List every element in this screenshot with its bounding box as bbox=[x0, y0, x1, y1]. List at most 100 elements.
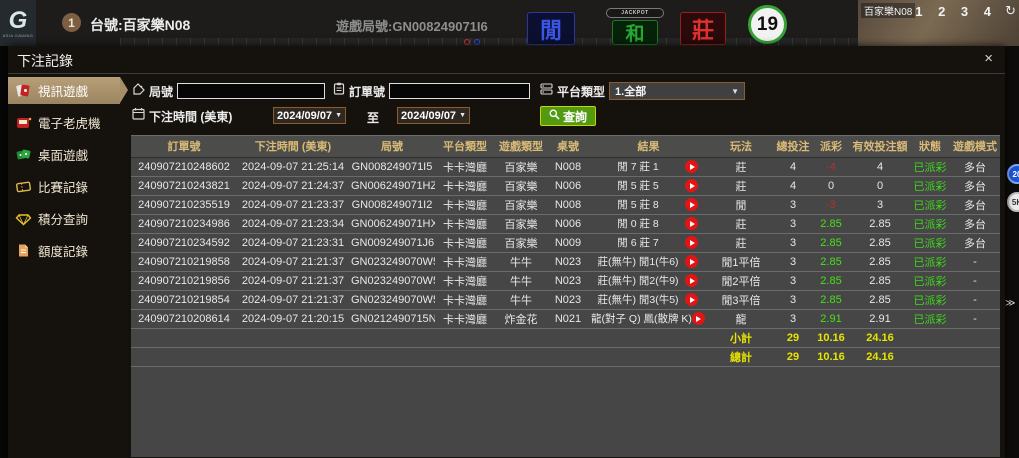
payout-value: -4 bbox=[812, 157, 850, 176]
play-type: 龍 bbox=[708, 309, 774, 328]
column-header-time: 下注時間 (美東) bbox=[237, 136, 349, 157]
result-cell: 閒 5 莊 5 bbox=[589, 176, 708, 195]
valid-bet: 2.85 bbox=[850, 233, 910, 252]
valid-bet: 3 bbox=[850, 195, 910, 214]
platform-icon bbox=[540, 82, 553, 100]
table-number: N023 bbox=[547, 271, 589, 290]
order-number: 240907210208614 bbox=[131, 309, 237, 328]
valid-bet: 2.85 bbox=[850, 290, 910, 309]
payout-value: 2.85 bbox=[812, 233, 850, 252]
play-video-icon[interactable] bbox=[685, 236, 698, 249]
platform-type: 卡卡灣廳 bbox=[435, 195, 495, 214]
total-bet: 3 bbox=[774, 233, 812, 252]
game-top-bar: G ASIA GAMING 1 台號:百家樂N08 遊戲局號:GN0082490… bbox=[0, 0, 1019, 46]
table-row: 240907210243821 2024-09-07 21:24:37 GN00… bbox=[131, 176, 1000, 195]
table-number: N009 bbox=[547, 233, 589, 252]
sidebar-item-slots[interactable]: 電子老虎機 bbox=[8, 109, 120, 136]
game-mode: 多台 bbox=[950, 214, 1000, 233]
table-number: N023 bbox=[547, 252, 589, 271]
main-content: 局號 訂單號 平台類型 bbox=[120, 74, 1005, 457]
game-type: 百家樂 bbox=[495, 176, 547, 195]
result-text: 龍(對子 Q) 鳳(散牌 K) bbox=[591, 311, 692, 326]
date-from-picker[interactable]: 2024/09/07 ▼ bbox=[273, 107, 346, 124]
round-number-input[interactable] bbox=[177, 83, 325, 99]
order-number-input[interactable] bbox=[389, 83, 530, 99]
total-bet: 4 bbox=[774, 176, 812, 195]
table-header-row: 訂單號 下注時間 (美東) 局號 平台類型 遊戲類型 桌號 結果 玩法 總投注 … bbox=[131, 136, 1000, 157]
table-number: N008 bbox=[547, 157, 589, 176]
status-value: 已派彩 bbox=[910, 290, 950, 309]
grand-total-total: 29 bbox=[774, 347, 812, 366]
payout-value: 0 bbox=[812, 176, 850, 195]
round-number: GN006249071HZ bbox=[349, 176, 435, 195]
round-number: GN023249070W5 bbox=[349, 271, 435, 290]
play-video-icon[interactable] bbox=[685, 293, 698, 306]
status-value: 已派彩 bbox=[910, 252, 950, 271]
valid-bet: 0 bbox=[850, 176, 910, 195]
result-text: 莊(無牛) 閒2(牛9) bbox=[591, 273, 685, 288]
background-strip: 20 5K ≫ bbox=[1005, 46, 1019, 458]
payout-value: 2.85 bbox=[812, 271, 850, 290]
subtotal-total: 29 bbox=[774, 328, 812, 347]
play-video-icon[interactable] bbox=[685, 179, 698, 192]
sidebar-item-video-games[interactable]: 視訊遊戲 bbox=[8, 77, 120, 104]
video-thumbnail[interactable]: 百家樂N08 1 2 3 4 ↻ bbox=[858, 0, 1019, 46]
platform-type: 卡卡灣廳 bbox=[435, 290, 495, 309]
platform-type: 卡卡灣廳 bbox=[435, 214, 495, 233]
order-number: 240907210248602 bbox=[131, 157, 237, 176]
payout-value: 2.91 bbox=[812, 309, 850, 328]
chevron-down-icon: ▼ bbox=[731, 87, 739, 96]
play-type: 莊 bbox=[708, 176, 774, 195]
play-video-icon[interactable] bbox=[685, 217, 698, 230]
play-video-icon[interactable] bbox=[692, 312, 705, 325]
bet-time: 2024-09-07 21:21:37 bbox=[237, 252, 349, 271]
bet-player-box[interactable]: 閒 bbox=[527, 12, 575, 45]
refresh-icon[interactable]: ↻ bbox=[1005, 3, 1016, 19]
game-type: 百家樂 bbox=[495, 214, 547, 233]
round-filter-label: 局號 bbox=[149, 83, 173, 100]
play-video-icon[interactable] bbox=[685, 198, 698, 211]
order-number: 240907210234592 bbox=[131, 233, 237, 252]
payout-value: -3 bbox=[812, 195, 850, 214]
screen: G ASIA GAMING 1 台號:百家樂N08 遊戲局號:GN0082490… bbox=[0, 0, 1019, 458]
double-chevron-icon: ≫ bbox=[1005, 298, 1015, 309]
game-mode: - bbox=[950, 252, 1000, 271]
sidebar-item-points-inquiry[interactable]: 積分查詢 bbox=[8, 205, 120, 232]
play-type: 莊 bbox=[708, 157, 774, 176]
table-row: 240907210219856 2024-09-07 21:21:37 GN02… bbox=[131, 271, 1000, 290]
camera-numbers[interactable]: 1 2 3 4 bbox=[915, 4, 997, 19]
close-icon[interactable]: × bbox=[984, 50, 993, 67]
status-value: 已派彩 bbox=[910, 157, 950, 176]
bet-tie-box[interactable]: 和 bbox=[612, 20, 658, 45]
play-video-icon[interactable] bbox=[685, 255, 698, 268]
platform-type: 卡卡灣廳 bbox=[435, 157, 495, 176]
game-mode: 多台 bbox=[950, 233, 1000, 252]
grand-total-row: 總計 29 10.16 24.16 bbox=[131, 347, 1000, 366]
modal-header: 下注記錄 × bbox=[8, 46, 1005, 74]
modal-title: 下注記錄 bbox=[17, 51, 73, 71]
grand-total-label: 總計 bbox=[708, 347, 774, 366]
chevron-down-icon: ▼ bbox=[459, 112, 466, 119]
bet-records-table: 訂單號 下注時間 (美東) 局號 平台類型 遊戲類型 桌號 結果 玩法 總投注 … bbox=[131, 136, 1000, 367]
grand-total-payout: 10.16 bbox=[812, 347, 850, 366]
platform-type: 卡卡灣廳 bbox=[435, 176, 495, 195]
table-row: 240907210219854 2024-09-07 21:21:37 GN02… bbox=[131, 290, 1000, 309]
search-button[interactable]: 查詢 bbox=[540, 106, 596, 126]
sidebar-item-quota-records[interactable]: 額度記錄 bbox=[8, 237, 120, 264]
sidebar-item-match-records[interactable]: 比賽記錄 bbox=[8, 173, 120, 200]
column-header-total: 總投注 bbox=[774, 136, 812, 157]
date-to-picker[interactable]: 2024/09/07 ▼ bbox=[397, 107, 470, 124]
valid-bet: 2.91 bbox=[850, 309, 910, 328]
table-row: 240907210208614 2024-09-07 21:20:15 GN02… bbox=[131, 309, 1000, 328]
valid-bet: 2.85 bbox=[850, 214, 910, 233]
bet-banker-box[interactable]: 莊 bbox=[680, 12, 726, 45]
status-value: 已派彩 bbox=[910, 176, 950, 195]
sidebar-item-table-games[interactable]: 桌面遊戲 bbox=[8, 141, 120, 168]
platform-type-select[interactable]: 1.全部 ▼ bbox=[609, 82, 745, 100]
game-type: 炸金花 bbox=[495, 309, 547, 328]
logo-subtext: ASIA GAMING bbox=[3, 33, 34, 38]
video-table-label: 百家樂N08 bbox=[861, 3, 915, 18]
play-video-icon[interactable] bbox=[685, 274, 698, 287]
table-row: 240907210234986 2024-09-07 21:23:34 GN00… bbox=[131, 214, 1000, 233]
play-video-icon[interactable] bbox=[685, 160, 698, 173]
